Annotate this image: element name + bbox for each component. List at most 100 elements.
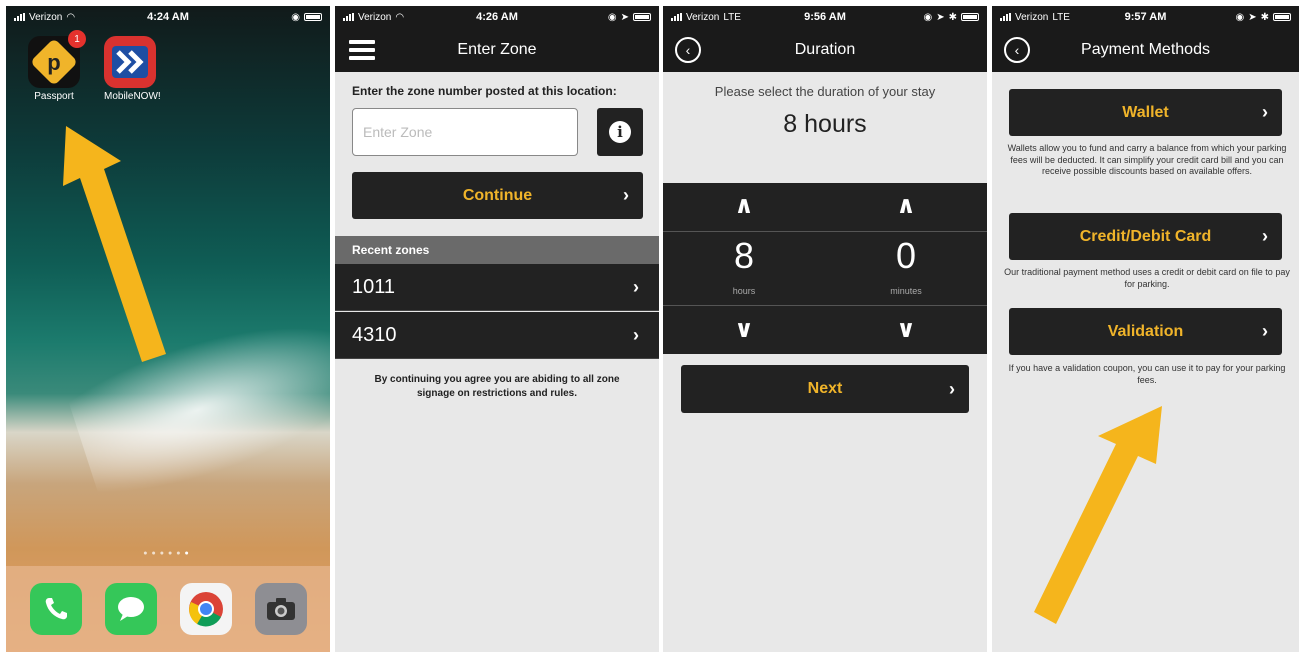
bluetooth-icon: ✱	[1260, 11, 1269, 23]
yellow-arrow-icon	[63, 126, 166, 362]
home-screen-phone: Verizon ◠ 4:24 AM ◉ p 1 Passport MobileN…	[6, 6, 330, 652]
notification-badge: 1	[68, 30, 86, 48]
location-icon: ◉	[291, 11, 300, 23]
status-bar: Verizon LTE 9:56 AM ◉ ➤ ✱	[663, 6, 987, 28]
credit-debit-card-button[interactable]: Credit/Debit Card ›	[1009, 213, 1282, 260]
status-time: 4:24 AM	[147, 11, 189, 23]
wallet-label: Wallet	[1122, 103, 1169, 121]
location-icon: ◉	[923, 11, 933, 23]
payment-methods-phone: Verizon LTE 9:57 AM ◉ ➤ ✱ ‹ Payment Meth…	[992, 6, 1299, 652]
continue-button[interactable]: Continue ›	[352, 172, 643, 219]
page-indicator: ●●●●●●	[143, 550, 193, 557]
status-bar: Verizon LTE 9:57 AM ◉ ➤ ✱	[992, 6, 1299, 28]
chevron-right-icon: ›	[949, 378, 955, 399]
phone-icon[interactable]	[29, 583, 82, 635]
chevron-right-icon: ›	[633, 276, 639, 297]
page-title: Duration	[794, 41, 856, 58]
wallet-description: Wallets allow you to fund and carry a ba…	[1007, 143, 1287, 177]
messages-icon[interactable]	[104, 583, 157, 635]
enter-zone-phone: Verizon ◠ 4:26 AM ◉ ➤ Enter Zone Enter t…	[335, 6, 659, 652]
credit-debit-card-description: Our traditional payment method uses a cr…	[1004, 267, 1290, 289]
chevron-right-icon: ›	[1262, 321, 1268, 341]
minutes-unit: minutes	[890, 286, 922, 296]
location-icon: ◉	[1235, 11, 1245, 23]
signal-icon	[671, 13, 682, 21]
minutes-column: ∧ 0 minutes ∨	[825, 183, 987, 354]
menu-icon[interactable]	[349, 40, 375, 60]
duration-prompt: Please select the duration of your stay	[714, 84, 936, 99]
continue-label: Continue	[462, 186, 533, 204]
status-time: 4:26 AM	[476, 11, 518, 23]
battery-icon	[961, 13, 979, 21]
network-type: LTE	[1052, 11, 1070, 23]
status-time: 9:57 AM	[1124, 11, 1167, 23]
next-button[interactable]: Next ›	[681, 365, 969, 413]
status-bar: Verizon ◠ 4:26 AM ◉ ➤	[335, 6, 659, 28]
credit-debit-card-label: Credit/Debit Card	[1079, 227, 1212, 245]
carrier: Verizon	[686, 11, 720, 23]
nav-bar: Enter Zone	[335, 28, 659, 72]
carrier: Verizon	[29, 11, 63, 23]
zone-input[interactable]	[352, 108, 578, 156]
chevron-right-icon: ›	[1262, 102, 1268, 122]
navigation-arrow-icon: ➤	[936, 11, 945, 23]
validation-description: If you have a validation coupon, you can…	[1008, 363, 1286, 385]
dock	[6, 566, 330, 652]
back-icon[interactable]: ‹	[675, 37, 701, 63]
duration-picker: ∧ 8 hours ∨ ∧ 0 minutes ∨	[663, 183, 987, 354]
wifi-icon: ◠	[66, 11, 76, 23]
signal-icon	[1000, 13, 1011, 21]
wallet-button[interactable]: Wallet ›	[1009, 89, 1282, 136]
info-icon: i	[609, 121, 631, 143]
app-mobilenow[interactable]: MobileNOW!	[104, 36, 161, 102]
hours-increment-chevron-up-icon[interactable]: ∧	[663, 191, 825, 220]
recent-zone-row[interactable]: 4310 ›	[335, 312, 659, 359]
camera-icon[interactable]	[254, 583, 307, 635]
validation-button[interactable]: Validation ›	[1009, 308, 1282, 355]
status-time: 9:56 AM	[804, 11, 846, 23]
svg-text:p: p	[47, 50, 60, 75]
validation-label: Validation	[1107, 322, 1184, 340]
wifi-icon: ◠	[395, 11, 405, 23]
hours-value: 8	[733, 235, 755, 276]
chevron-right-icon: ›	[633, 324, 639, 345]
page-title: Payment Methods	[1081, 41, 1210, 58]
nav-bar: ‹ Duration	[663, 28, 987, 72]
status-bar: Verizon ◠ 4:24 AM ◉	[6, 6, 330, 28]
recent-zones-header: Recent zones	[335, 236, 659, 264]
chevron-right-icon: ›	[623, 185, 629, 205]
next-label: Next	[807, 380, 843, 397]
app-passport[interactable]: p 1 Passport	[28, 30, 86, 102]
minutes-increment-chevron-up-icon[interactable]: ∧	[825, 191, 987, 220]
hours-unit: hours	[732, 286, 756, 296]
yellow-arrow-icon	[1034, 406, 1162, 624]
carrier: Verizon	[358, 11, 392, 23]
zone-number: 4310	[352, 323, 397, 346]
app-label: MobileNOW!	[104, 91, 161, 102]
info-button[interactable]: i	[597, 108, 643, 156]
zone-number: 1011	[352, 275, 396, 298]
zone-instruction: Enter the zone number posted at this loc…	[352, 84, 617, 98]
navigation-arrow-icon: ➤	[1248, 11, 1257, 23]
minutes-decrement-chevron-down-icon[interactable]: ∨	[825, 315, 987, 344]
back-icon[interactable]: ‹	[1004, 37, 1030, 63]
signal-icon	[14, 13, 25, 21]
mobilenow-app-icon[interactable]	[104, 36, 156, 88]
navigation-arrow-icon: ➤	[620, 11, 629, 23]
recent-zone-row[interactable]: 1011 ›	[335, 264, 659, 311]
battery-icon	[304, 13, 322, 21]
page-title: Enter Zone	[457, 41, 537, 58]
battery-icon	[633, 13, 651, 21]
selected-duration: 8 hours	[783, 110, 867, 138]
location-icon: ◉	[607, 11, 617, 23]
minutes-value: 0	[895, 235, 917, 276]
carrier: Verizon	[1015, 11, 1049, 23]
app-label: Passport	[34, 91, 74, 102]
nav-bar: ‹ Payment Methods	[992, 28, 1299, 72]
network-type: LTE	[723, 11, 741, 23]
passport-app-icon[interactable]: p 1	[28, 30, 86, 88]
battery-icon	[1273, 13, 1291, 21]
hours-decrement-chevron-down-icon[interactable]: ∨	[663, 315, 825, 344]
chrome-icon[interactable]	[179, 583, 232, 635]
bluetooth-icon: ✱	[948, 11, 957, 23]
